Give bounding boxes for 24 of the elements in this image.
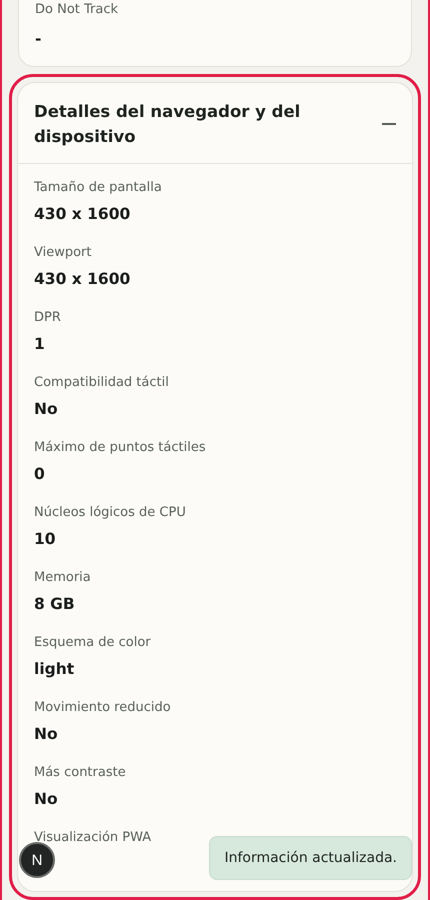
field-value: No <box>34 399 58 420</box>
field-value: 8 GB <box>34 594 75 615</box>
field-value: No <box>34 724 58 745</box>
field-label: Tamaño de pantalla <box>34 179 163 196</box>
toast-message: Información actualizada. <box>209 836 412 880</box>
field-label: Viewport <box>34 244 92 261</box>
field-label: Movimiento reducido <box>34 699 172 716</box>
field-value: 1 <box>34 334 45 355</box>
field-label: Más contraste <box>34 764 127 781</box>
field-label: Núcleos lógicos de CPU <box>34 504 187 521</box>
field-value: 0 <box>34 464 45 485</box>
field-label: Máximo de puntos táctiles <box>34 439 207 456</box>
field-value: No <box>34 789 58 810</box>
field-label: Compatibilidad táctil <box>34 374 170 391</box>
field-value: light <box>34 659 74 680</box>
field-value: 430 x 1600 <box>34 269 130 290</box>
field-label: DPR <box>34 309 62 326</box>
field-label: Esquema de color <box>34 634 152 651</box>
field-label: Do Not Track <box>35 1 120 18</box>
field-value: 10 <box>34 529 56 550</box>
field-label: Memoria <box>34 569 92 586</box>
field-value: 430 x 1600 <box>34 204 130 225</box>
section-title: Detalles del navegador y del dispositivo <box>34 101 302 148</box>
field-value: - <box>35 29 42 50</box>
